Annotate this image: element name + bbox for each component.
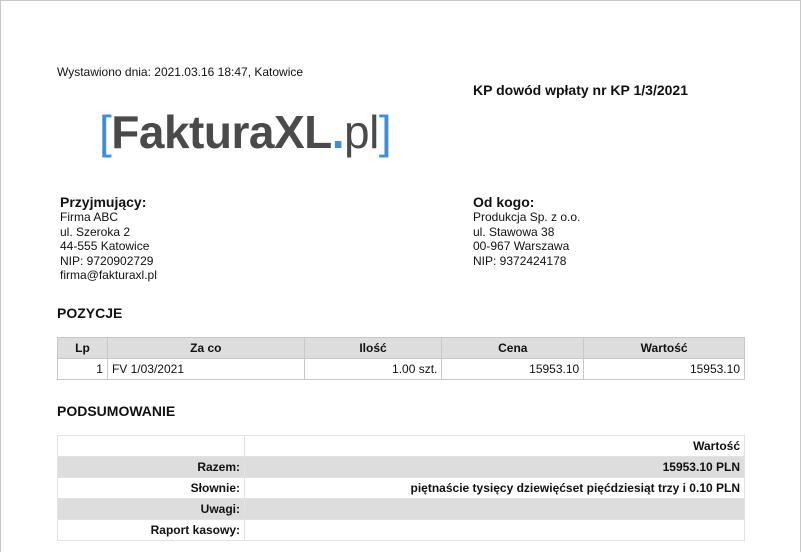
summary-header-empty	[57, 435, 245, 457]
summary-header-row: Wartość	[57, 435, 745, 457]
payer-heading: Od kogo:	[473, 194, 535, 210]
summary-label: Raport kasowy:	[57, 519, 245, 541]
receiver-heading: Przyjmujący:	[60, 194, 147, 210]
summary-value	[244, 498, 745, 520]
summary-table: Wartość Razem: 15953.10 PLN Słownie: pię…	[57, 435, 745, 541]
col-header-ilosc: Ilość	[303, 337, 443, 359]
payer-city: 00-967 Warszawa	[473, 239, 570, 253]
positions-header-row: Lp Za co Ilość Cena Wartość	[57, 337, 745, 359]
summary-label: Słownie:	[57, 477, 245, 499]
summary-row-slownie: Słownie: piętnaście tysięcy dziewięćset …	[57, 477, 745, 499]
col-header-za-co: Za co	[106, 337, 305, 359]
col-header-lp: Lp	[57, 337, 108, 359]
col-header-cena: Cena	[441, 337, 585, 359]
receiver-name: Firma ABC	[60, 210, 119, 224]
payer-name: Produkcja Sp. z o.o.	[473, 210, 581, 224]
summary-value: piętnaście tysięcy dziewięćset pięćdzies…	[244, 477, 745, 499]
col-header-wartosc: Wartość	[583, 337, 745, 359]
cell-wartosc: 15953.10	[583, 358, 745, 380]
receiver-block: Przyjmujący: Firma ABC ul. Szeroka 2 44-…	[60, 194, 157, 283]
payer-street: ul. Stawowa 38	[473, 224, 555, 239]
issue-date-text: Wystawiono dnia: 2021.03.16 18:47, Katow…	[57, 65, 304, 79]
summary-row-raport: Raport kasowy:	[57, 519, 745, 541]
summary-row-uwagi: Uwagi:	[57, 498, 745, 520]
receiver-nip: NIP: 9720902729	[60, 253, 154, 268]
summary-title: PODSUMOWANIE	[57, 403, 176, 419]
table-row: 1 FV 1/03/2021 1.00 szt. 15953.10 15953.…	[57, 358, 745, 380]
summary-label: Uwagi:	[57, 498, 245, 520]
receiver-email: firma@fakturaxl.pl	[60, 268, 157, 282]
summary-row-razem: Razem: 15953.10 PLN	[57, 456, 745, 478]
summary-value: 15953.10 PLN	[244, 456, 745, 478]
summary-value	[244, 519, 745, 541]
cell-ilosc: 1.00 szt.	[303, 358, 443, 380]
summary-label: Razem:	[57, 456, 245, 478]
receiver-city: 44-555 Katowice	[60, 239, 150, 253]
cell-lp: 1	[57, 358, 108, 380]
payer-block: Od kogo: Produkcja Sp. z o.o. ul. Stawow…	[473, 194, 580, 268]
receiver-street: ul. Szeroka 2	[60, 224, 131, 239]
fakturaxl-logo: [FakturaXL.pl]	[99, 106, 392, 158]
positions-title: POZYCJE	[57, 305, 123, 321]
positions-table: Lp Za co Ilość Cena Wartość 1 FV 1/03/20…	[57, 337, 745, 380]
summary-value-header: Wartość	[244, 435, 745, 457]
document-title: KP dowód wpłaty nr KP 1/3/2021	[473, 82, 688, 98]
payer-nip: NIP: 9372424178	[473, 253, 567, 268]
cell-za-co: FV 1/03/2021	[106, 358, 305, 380]
cell-cena: 15953.10	[441, 358, 585, 380]
